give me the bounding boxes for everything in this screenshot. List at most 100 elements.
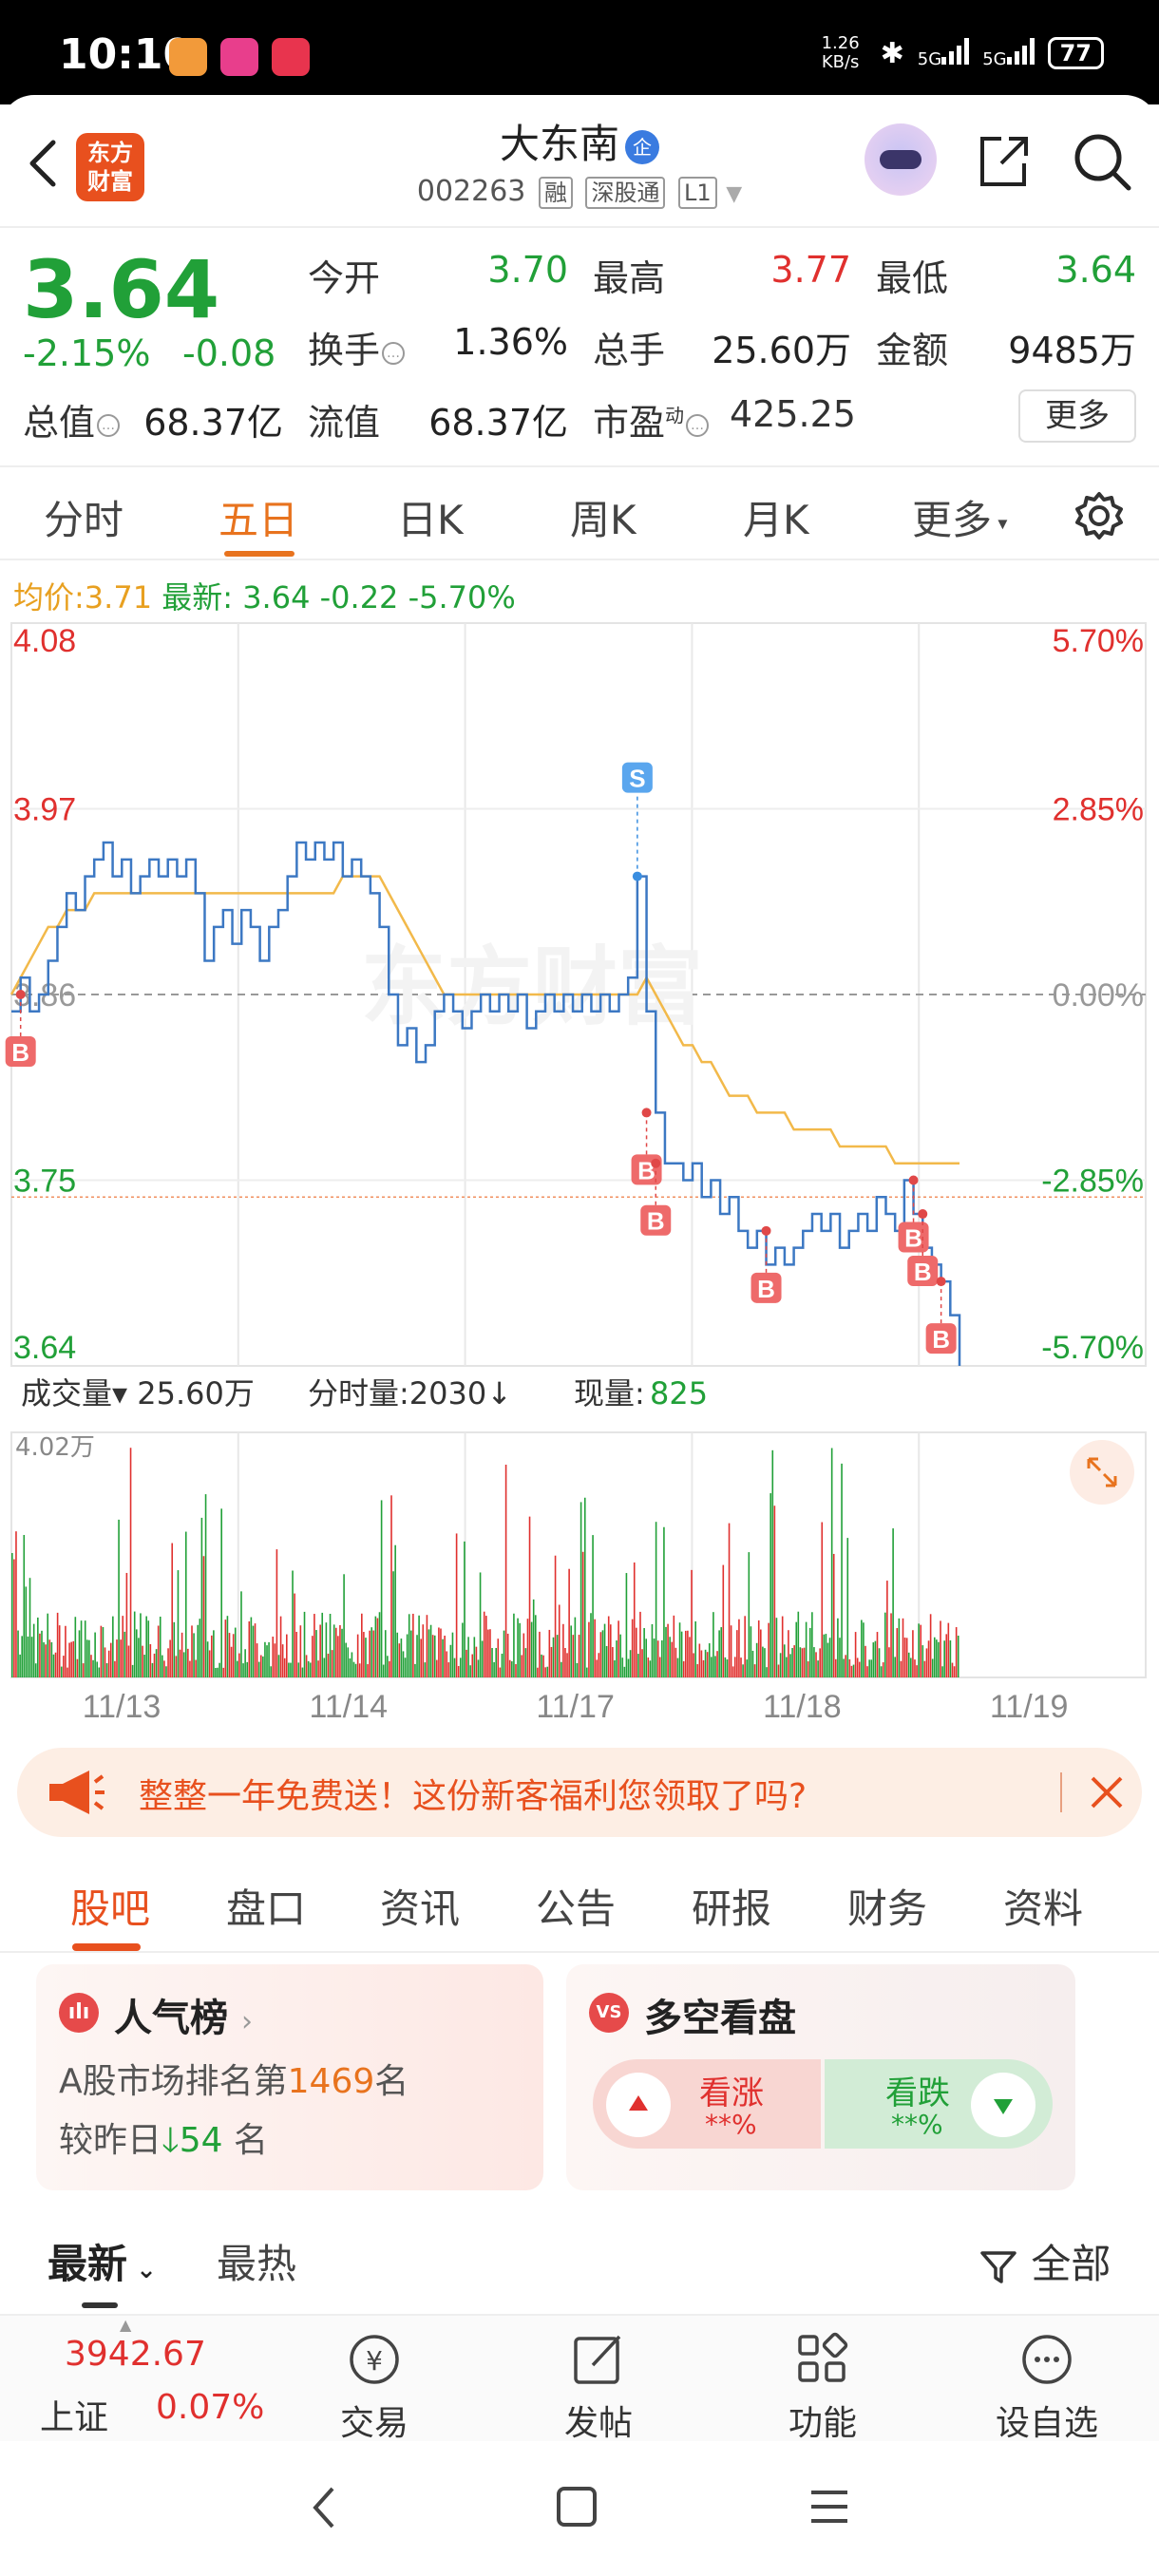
volume-bar: [451, 1632, 454, 1677]
y-tick-left: 3.75: [13, 1164, 76, 1200]
search-icon[interactable]: [1072, 131, 1132, 192]
volume-bar: [821, 1522, 824, 1677]
marker-label: B: [11, 1038, 29, 1067]
volume-bar: [616, 1640, 618, 1677]
volume-bar: [682, 1660, 685, 1677]
stock-header: 东方 财富 大东南企 002263 融 深股通 L1 ▼: [0, 95, 1159, 228]
volume-bar: [864, 1645, 866, 1677]
share-icon[interactable]: [975, 133, 1032, 190]
volume-bar: [564, 1647, 566, 1677]
tab-financials[interactable]: 财务: [847, 1877, 927, 1935]
tab-intraday[interactable]: 分时: [44, 488, 124, 546]
five-day-chart[interactable]: 均价:3.71 最新: 3.64 -0.22 -5.70% 东方财富 4.08 3.…: [0, 560, 1159, 1729]
tab-profile[interactable]: 资料: [1003, 1877, 1083, 1935]
gear-icon[interactable]: [1074, 490, 1125, 541]
tab-five-day[interactable]: 五日: [218, 488, 298, 546]
volume-bar: [242, 1663, 244, 1677]
info-icon[interactable]: …: [97, 413, 121, 437]
more-icon: [1022, 2335, 1072, 2384]
tab-more[interactable]: 更多 ▾: [912, 488, 1007, 546]
volume-bar: [179, 1649, 181, 1677]
volume-bar: [63, 1656, 65, 1677]
volume-bar: [940, 1620, 941, 1677]
volume-bar: [80, 1620, 83, 1677]
volume-bar: [653, 1638, 656, 1677]
volume-bar: [817, 1660, 819, 1677]
volume-bar: [933, 1637, 936, 1677]
high-value: 3.77: [770, 249, 851, 291]
sort-latest[interactable]: 最新 ⌄: [48, 2232, 157, 2290]
volume-bar: [358, 1663, 361, 1677]
nav-back-icon[interactable]: [304, 2479, 346, 2536]
promo-banner[interactable]: 整整一年免费送！这份新客福利您领取了吗?: [17, 1748, 1142, 1837]
tab-announcements[interactable]: 公告: [536, 1877, 616, 1935]
volume-bar: [819, 1648, 821, 1677]
volume-bar: [28, 1578, 31, 1677]
volume-bar: [757, 1619, 760, 1677]
tab-daily-k[interactable]: 日K: [397, 488, 464, 546]
volume-bar: [586, 1667, 588, 1677]
tab-news[interactable]: 资讯: [380, 1877, 460, 1935]
tab-orderbook[interactable]: 盘口: [226, 1877, 306, 1935]
info-icon[interactable]: …: [686, 413, 710, 437]
volume-bar: [171, 1543, 174, 1677]
quote-panel: 3.64 -2.15% -0.08 今开 3.70 最高 3.77 最低 3.6…: [0, 228, 1159, 465]
more-button[interactable]: 更多: [1018, 389, 1136, 443]
volume-bar: [764, 1648, 766, 1677]
volume-bar: [858, 1661, 861, 1677]
close-icon[interactable]: [1085, 1771, 1129, 1814]
expand-icon[interactable]: [1070, 1440, 1134, 1505]
open-value: 3.70: [487, 249, 568, 291]
volume-bar: [554, 1555, 557, 1677]
marker-dot: [632, 871, 642, 881]
volume-bar: [436, 1659, 438, 1677]
volume-bar: [718, 1630, 720, 1677]
volume-bar: [167, 1648, 169, 1677]
trade-button[interactable]: ¥ 交易: [308, 2329, 441, 2445]
volume-bar: [262, 1656, 264, 1677]
volume-bar: [222, 1667, 225, 1677]
filter-all[interactable]: 全部: [978, 2232, 1111, 2290]
sort-hottest[interactable]: 最热: [217, 2232, 296, 2290]
volume-bar: [570, 1625, 573, 1677]
volume-bar: [197, 1624, 200, 1677]
info-icon[interactable]: …: [382, 341, 406, 365]
volume-bar: [142, 1645, 143, 1677]
volume-bar: [135, 1629, 138, 1677]
volume-bar: [762, 1646, 764, 1677]
tab-weekly-k[interactable]: 周K: [570, 488, 636, 546]
bullish-button[interactable]: 看涨 **%: [593, 2059, 821, 2149]
add-watchlist-button[interactable]: 设自选: [980, 2329, 1113, 2445]
features-button[interactable]: 功能: [756, 2329, 889, 2445]
volume-bar: [837, 1618, 839, 1677]
tab-forum[interactable]: 股吧: [70, 1877, 150, 1935]
volume-bar: [339, 1624, 341, 1677]
nav-menu-icon[interactable]: [808, 2485, 851, 2529]
nav-home-icon[interactable]: [555, 2485, 598, 2529]
tab-monthly-k[interactable]: 月K: [743, 488, 809, 546]
assistant-avatar-icon[interactable]: [864, 123, 937, 196]
volume-bar: [636, 1627, 637, 1677]
pe-value: 425.25: [730, 393, 856, 435]
volume-bar: [334, 1627, 337, 1677]
volume-bar: [13, 1559, 15, 1677]
volume-bar: [473, 1637, 476, 1677]
y-tick-right: -5.70%: [1041, 1330, 1144, 1366]
volume-bar: [210, 1635, 213, 1677]
volume-bar: [704, 1649, 707, 1677]
tab-research[interactable]: 研报: [692, 1877, 771, 1935]
x-tick-label: 11/18: [763, 1689, 842, 1725]
volume-bar: [900, 1660, 902, 1677]
popularity-card[interactable]: ılı 人气榜 › A股市场排名第1469名 较昨日🡓54 名: [36, 1964, 543, 2190]
volume-bar: [116, 1639, 118, 1677]
index-value: 3942.67: [65, 2335, 206, 2374]
post-button[interactable]: 发帖: [532, 2329, 665, 2445]
volume-bar: [805, 1621, 808, 1677]
volume-bar: [927, 1640, 930, 1677]
volume-bar: [493, 1661, 495, 1677]
bearish-button[interactable]: 看跌 **%: [825, 2059, 1053, 2149]
volume-bar: [408, 1614, 410, 1677]
volume-axis-max: 4.02万: [15, 1433, 95, 1462]
volume-bar: [779, 1653, 782, 1677]
volume-bar: [143, 1655, 145, 1677]
